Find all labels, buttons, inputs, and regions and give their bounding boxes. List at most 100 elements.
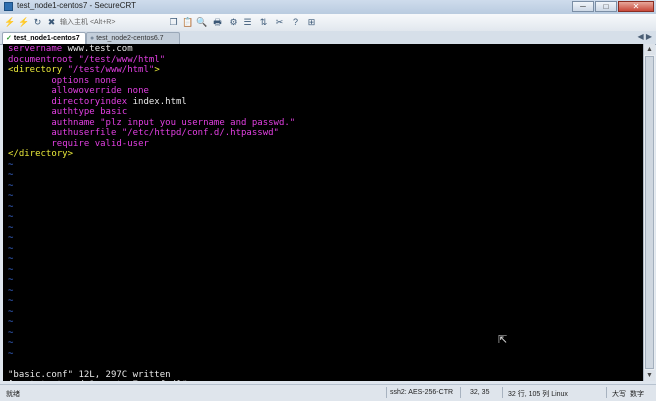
config-line: authuserfile "/etc/httpd/conf.d/.htpassw…	[8, 128, 279, 139]
config-token	[8, 86, 51, 96]
status-divider	[460, 387, 461, 398]
config-token	[8, 139, 51, 149]
settings-icon[interactable]: ⚙	[228, 17, 239, 28]
config-token	[8, 107, 51, 117]
config-token: servername	[8, 44, 63, 54]
tools-icon[interactable]: ✂	[274, 17, 285, 28]
empty-line-tilde: ~	[8, 191, 14, 201]
connected-check-icon: ✓	[6, 35, 12, 42]
config-token: "/test/www/html"	[67, 65, 155, 75]
window-title: test_node1-centos7 - SecureCRT	[17, 1, 137, 10]
close-button[interactable]: ✕	[618, 1, 654, 12]
status-cipher: ssh2: AES-256-CTR	[390, 389, 454, 396]
tab-label: test_node2-centos6.7	[96, 35, 164, 42]
copy-icon[interactable]: ❐	[168, 17, 179, 28]
config-token: options	[51, 75, 90, 86]
status-bar: 就绪 ssh2: AES-256-CTR 32, 35 32 行, 105 列 …	[0, 384, 656, 401]
config-line: authname "plz input you username and pas…	[8, 118, 295, 129]
find-icon[interactable]: 🔍	[196, 17, 207, 28]
quick-connect-icon[interactable]: ⚡	[18, 17, 29, 28]
config-token	[8, 76, 51, 86]
config-token: valid-user	[94, 138, 149, 149]
help-icon[interactable]: ?	[290, 17, 301, 28]
empty-line-tilde: ~	[8, 233, 14, 243]
status-num: 数字	[630, 391, 644, 398]
empty-line-tilde: ~	[8, 243, 14, 254]
config-token	[8, 97, 51, 107]
config-line: require valid-user	[8, 139, 149, 150]
empty-line-tilde: ~	[8, 317, 14, 327]
tab-test-node1-centos7[interactable]: ✓ test_node1-centos7	[2, 32, 86, 44]
config-line: <directory "/test/www/html">	[8, 65, 160, 76]
reconnect-icon[interactable]: ↻	[32, 17, 43, 28]
print-icon[interactable]: 🖶	[212, 17, 223, 28]
config-token: www.test.com	[62, 44, 133, 54]
config-line: servername www.test.com	[8, 44, 133, 55]
config-token: authuserfile	[51, 128, 117, 138]
paste-icon[interactable]: 📋	[182, 17, 193, 28]
config-line: authtype basic	[8, 107, 127, 118]
config-token	[8, 118, 51, 128]
config-token: directoryindex	[51, 96, 128, 107]
config-line: allowoverride none	[8, 86, 149, 97]
about-icon[interactable]: ⊞	[306, 17, 317, 28]
terminal-screen[interactable]: servername www.test.com documentroot "/te…	[3, 44, 643, 381]
config-token	[8, 128, 51, 138]
config-token: allowoverride	[51, 86, 122, 96]
shell-prompt: [root@test_node1-centos7 conf.d]#	[8, 380, 187, 381]
terminal-scrollbar[interactable]: ▲ ▼	[643, 44, 655, 381]
status-ready: 就绪	[6, 391, 20, 398]
scroll-thumb[interactable]	[645, 56, 654, 369]
mouse-pointer-icon: ⇱	[498, 334, 508, 346]
empty-line-tilde: ~	[8, 338, 14, 348]
session-status-icon: ●	[90, 35, 95, 42]
status-divider	[606, 387, 607, 398]
config-token: authname	[51, 117, 95, 128]
config-token: </directory>	[8, 149, 74, 159]
config-token: index.html	[127, 96, 187, 107]
empty-line-tilde: ~	[8, 254, 14, 264]
options-icon[interactable]: ☰	[242, 17, 253, 28]
empty-line-tilde: ~	[8, 296, 14, 306]
empty-line-tilde: ~	[8, 275, 14, 285]
config-token: none	[94, 75, 117, 86]
scroll-down-arrow-icon[interactable]: ▼	[644, 370, 655, 381]
sftp-icon[interactable]: ⇅	[258, 17, 269, 28]
empty-line-tilde: ~	[8, 306, 14, 317]
config-token: require	[51, 138, 90, 149]
toolbar: ⚡ ⚡ ↻ ✖ 输入主机 <Alt+R> ❐ 📋 🔍 🖶 ⚙ ☰ ⇅ ✂ ? ⊞	[0, 14, 656, 32]
config-token: >	[154, 65, 160, 75]
scroll-up-arrow-icon[interactable]: ▲	[644, 44, 655, 55]
status-divider	[386, 387, 387, 398]
tab-scroll-arrows[interactable]: ◀ ▶	[637, 32, 652, 41]
config-token: "/etc/httpd/conf.d/.htpasswd"	[121, 128, 279, 138]
config-token: <directory	[8, 65, 63, 75]
config-token: documentroot	[8, 54, 74, 65]
status-caps: 大写	[612, 391, 626, 398]
config-token: authtype	[51, 107, 95, 117]
window-controls: ─ □ ✕	[572, 1, 654, 12]
session-tab-bar: ✓ test_node1-centos7 ● test_node2-centos6.…	[0, 31, 656, 45]
config-token: "plz input you username and passwd."	[100, 117, 296, 128]
empty-line-tilde: ~	[8, 348, 14, 359]
tab-test-node2-centos6-7[interactable]: ● test_node2-centos6.7	[86, 32, 180, 44]
empty-line-tilde: ~	[8, 222, 14, 233]
config-line: options none	[8, 76, 116, 87]
status-rows-cols: 32 行, 105 列 Linux	[508, 391, 568, 398]
empty-line-tilde: ~	[8, 264, 14, 275]
config-token: none	[127, 86, 149, 96]
tab-label: test_node1-centos7	[13, 35, 80, 42]
status-divider	[502, 387, 503, 398]
securecrt-app-icon	[4, 2, 13, 11]
minimize-button[interactable]: ─	[572, 1, 594, 12]
vim-write-message: "basic.conf" 12L, 297C written	[8, 369, 171, 380]
empty-line-tilde: ~	[8, 170, 14, 180]
disconnect-icon[interactable]: ✖	[46, 17, 57, 28]
empty-line-tilde: ~	[8, 180, 14, 191]
empty-line-tilde: ~	[8, 159, 14, 170]
maximize-button[interactable]: □	[595, 1, 617, 12]
connect-icon[interactable]: ⚡	[4, 17, 15, 28]
config-line: directoryindex index.html	[8, 96, 187, 108]
connect-host-input[interactable]: 输入主机 <Alt+R>	[60, 17, 115, 27]
config-line: </directory>	[8, 149, 73, 160]
